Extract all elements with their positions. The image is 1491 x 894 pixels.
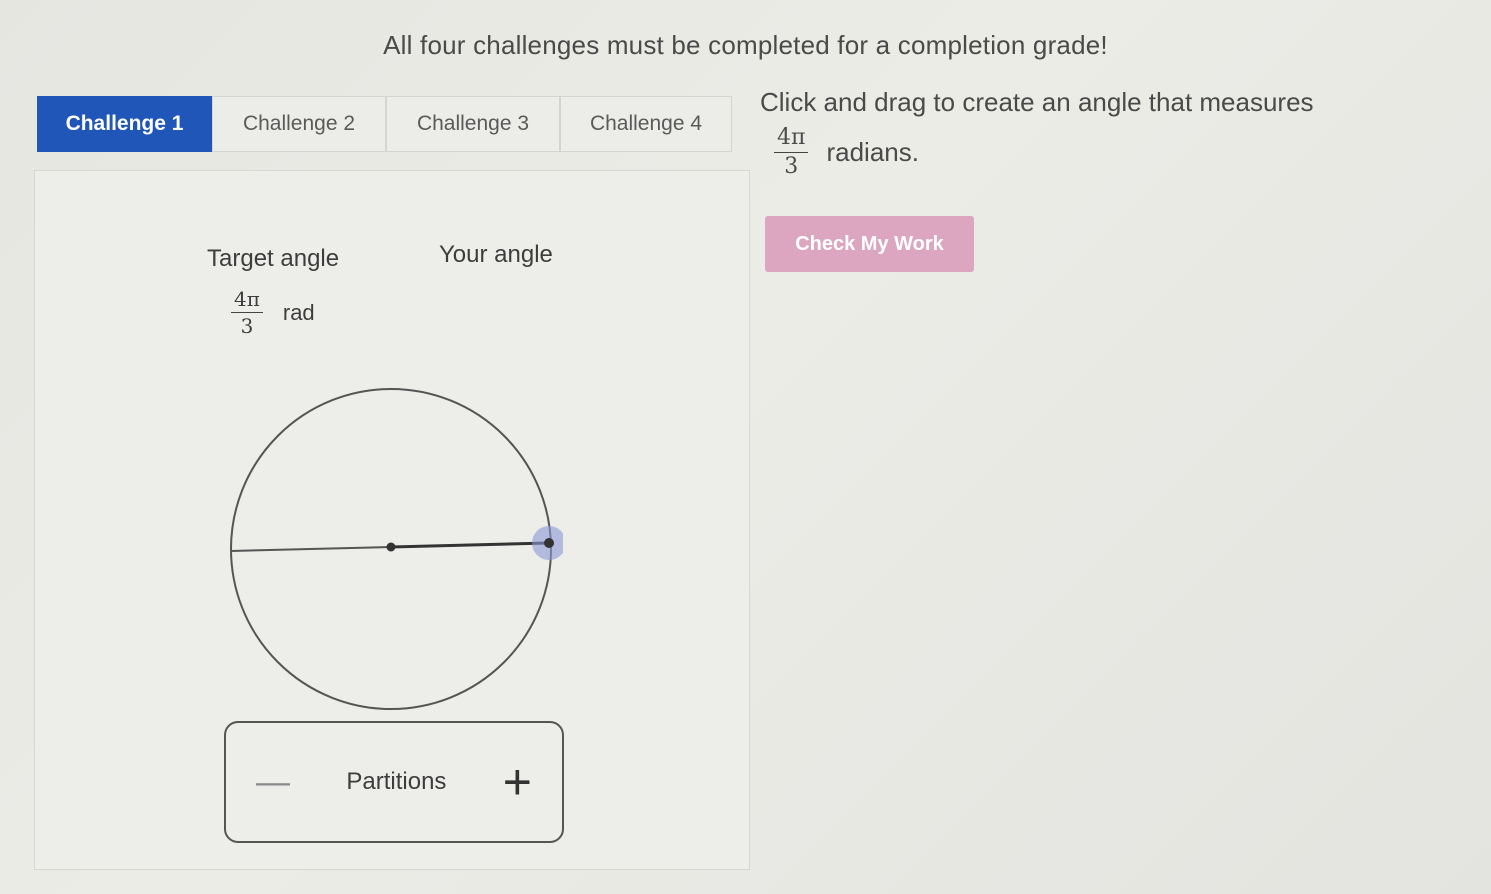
instructions-numerator: 4π: [774, 126, 809, 153]
challenge-panel: Target angle Your angle 4π 3 rad — Parti…: [34, 170, 750, 870]
challenge-tabs: Challenge 1 Challenge 2 Challenge 3 Chal…: [37, 96, 732, 152]
target-angle-value: 4π 3 rad: [231, 289, 315, 336]
target-denominator: 3: [240, 314, 254, 338]
drag-handle-dot[interactable]: [544, 538, 554, 548]
target-fraction: 4π 3: [231, 289, 263, 336]
instructions-unit: radians.: [826, 136, 919, 167]
center-point: [386, 542, 396, 552]
your-angle-label: Your angle: [439, 241, 553, 268]
target-numerator: 4π: [231, 289, 263, 313]
instructions: Click and drag to create an angle that m…: [760, 86, 1460, 178]
completion-banner: All four challenges must be completed fo…: [383, 30, 1108, 60]
check-my-work-button[interactable]: Check My Work: [765, 216, 974, 272]
partitions-plus-button[interactable]: +: [503, 757, 532, 807]
tab-challenge-2[interactable]: Challenge 2: [212, 96, 386, 152]
instructions-fraction: 4π 3: [774, 126, 809, 179]
partitions-stepper: — Partitions +: [224, 721, 564, 843]
initial-ray: [230, 546, 392, 552]
terminal-ray: [390, 541, 550, 549]
tab-challenge-4[interactable]: Challenge 4: [560, 96, 732, 152]
instructions-denominator: 3: [784, 153, 799, 179]
target-unit: rad: [282, 299, 315, 325]
tab-challenge-3[interactable]: Challenge 3: [386, 96, 560, 152]
target-angle-label: Target angle: [207, 245, 340, 272]
tab-challenge-1[interactable]: Challenge 1: [37, 96, 212, 152]
partitions-minus-button[interactable]: —: [256, 763, 290, 802]
partitions-label: Partitions: [346, 768, 447, 795]
angle-circle[interactable]: [223, 381, 563, 721]
instructions-text: Click and drag to create an angle that m…: [760, 87, 1314, 117]
